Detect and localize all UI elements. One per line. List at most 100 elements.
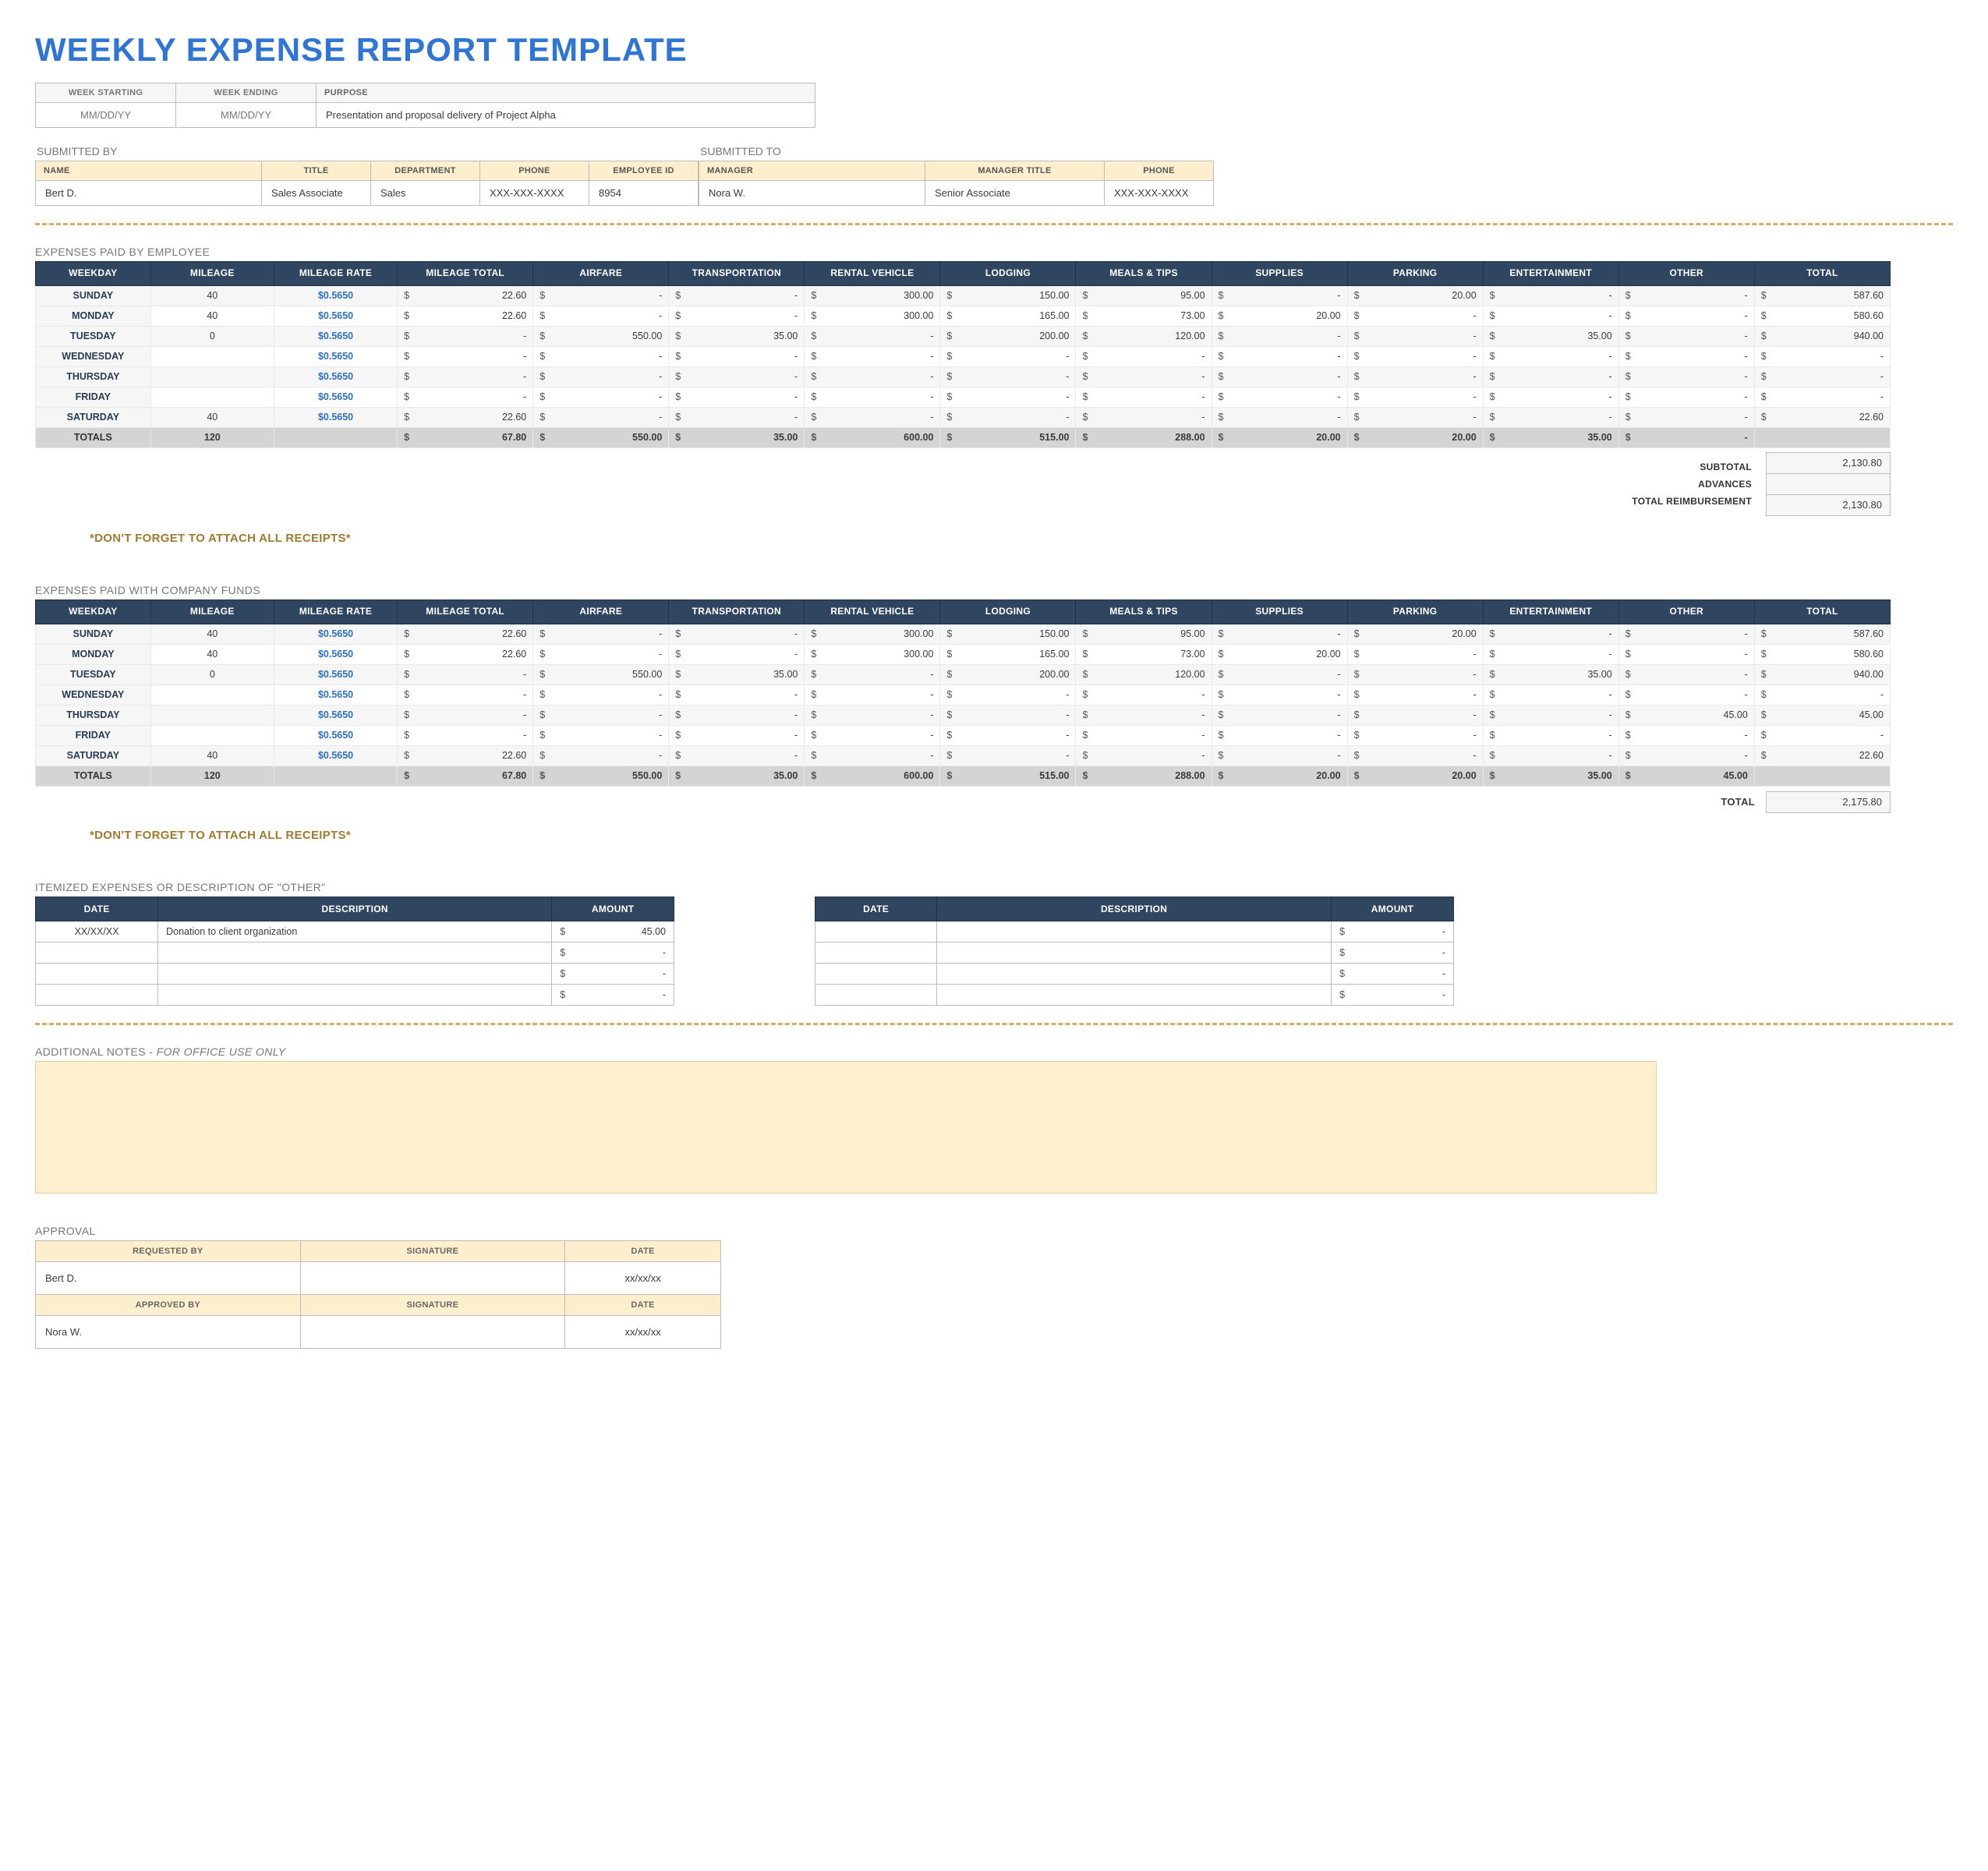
amount-cell[interactable]: $- bbox=[805, 705, 940, 725]
amount-cell[interactable]: $- bbox=[940, 387, 1076, 407]
dept-input[interactable]: Sales bbox=[371, 181, 480, 206]
amount-cell[interactable]: $- bbox=[398, 346, 533, 366]
amount-cell[interactable]: $20.00 bbox=[1347, 285, 1483, 306]
phone-input[interactable]: XXX-XXX-XXXX bbox=[480, 181, 589, 206]
date-cell[interactable] bbox=[815, 942, 937, 963]
amount-cell[interactable]: $- bbox=[669, 705, 805, 725]
amount-cell[interactable]: $- bbox=[1754, 366, 1890, 387]
amount-cell[interactable]: $120.00 bbox=[1076, 326, 1212, 346]
amount-cell[interactable]: $- bbox=[940, 745, 1076, 766]
amount-cell[interactable]: $- bbox=[533, 705, 669, 725]
amount-cell[interactable]: $- bbox=[1332, 942, 1454, 963]
amount-cell[interactable]: $- bbox=[1347, 387, 1483, 407]
amount-cell[interactable]: $- bbox=[805, 326, 940, 346]
amount-cell[interactable]: $- bbox=[1483, 346, 1618, 366]
amount-cell[interactable]: $- bbox=[1618, 366, 1754, 387]
amount-cell[interactable]: $- bbox=[1618, 387, 1754, 407]
mileage-cell[interactable]: 40 bbox=[150, 644, 274, 664]
amount-cell[interactable]: $- bbox=[1483, 745, 1618, 766]
manager-input[interactable]: Nora W. bbox=[699, 181, 925, 206]
amount-cell[interactable]: $- bbox=[669, 366, 805, 387]
amount-cell[interactable]: $- bbox=[805, 366, 940, 387]
mileage-cell[interactable]: 40 bbox=[150, 624, 274, 644]
amount-cell[interactable]: $- bbox=[805, 684, 940, 705]
amount-cell[interactable]: $- bbox=[1347, 346, 1483, 366]
amount-cell[interactable]: $- bbox=[1332, 963, 1454, 984]
amount-cell[interactable]: $- bbox=[1483, 366, 1618, 387]
desc-cell[interactable] bbox=[158, 963, 552, 984]
amount-cell[interactable]: $300.00 bbox=[805, 624, 940, 644]
amount-cell[interactable]: $- bbox=[805, 387, 940, 407]
amount-cell[interactable]: $22.60 bbox=[398, 407, 533, 427]
approved-name[interactable]: Nora W. bbox=[36, 1315, 301, 1348]
amount-cell[interactable]: $20.00 bbox=[1212, 306, 1347, 326]
amount-cell[interactable]: $- bbox=[1347, 725, 1483, 745]
week-start-input[interactable]: MM/DD/YY bbox=[36, 103, 176, 128]
amount-cell[interactable]: $- bbox=[1483, 624, 1618, 644]
amount-cell[interactable]: $22.60 bbox=[398, 306, 533, 326]
title-input[interactable]: Sales Associate bbox=[262, 181, 371, 206]
amount-cell[interactable]: $- bbox=[1347, 684, 1483, 705]
amount-cell[interactable]: $- bbox=[940, 366, 1076, 387]
amount-cell[interactable]: $- bbox=[1076, 346, 1212, 366]
amount-cell[interactable]: $- bbox=[552, 963, 674, 984]
amount-cell[interactable]: $- bbox=[1347, 306, 1483, 326]
amount-cell[interactable]: $150.00 bbox=[940, 285, 1076, 306]
amount-cell[interactable]: $- bbox=[533, 306, 669, 326]
amount-cell[interactable]: $940.00 bbox=[1754, 664, 1890, 684]
amount-cell[interactable]: $- bbox=[940, 705, 1076, 725]
amount-cell[interactable]: $150.00 bbox=[940, 624, 1076, 644]
desc-cell[interactable] bbox=[937, 963, 1332, 984]
amount-cell[interactable]: $550.00 bbox=[533, 326, 669, 346]
date-cell[interactable] bbox=[36, 963, 158, 984]
amount-cell[interactable]: $- bbox=[533, 387, 669, 407]
amount-cell[interactable]: $- bbox=[533, 725, 669, 745]
amount-cell[interactable]: $- bbox=[398, 705, 533, 725]
desc-cell[interactable] bbox=[158, 984, 552, 1005]
amount-cell[interactable]: $- bbox=[1618, 684, 1754, 705]
amount-cell[interactable]: $- bbox=[1212, 745, 1347, 766]
amount-cell[interactable]: $200.00 bbox=[940, 664, 1076, 684]
approved-date[interactable]: xx/xx/xx bbox=[565, 1315, 721, 1348]
amount-cell[interactable]: $- bbox=[1347, 705, 1483, 725]
amount-cell[interactable]: $- bbox=[1347, 366, 1483, 387]
amount-cell[interactable]: $- bbox=[1483, 684, 1618, 705]
amount-cell[interactable]: $- bbox=[1076, 366, 1212, 387]
amount-cell[interactable]: $- bbox=[1754, 387, 1890, 407]
amount-cell[interactable]: $- bbox=[1212, 725, 1347, 745]
amount-cell[interactable]: $- bbox=[1212, 366, 1347, 387]
amount-cell[interactable]: $- bbox=[1618, 644, 1754, 664]
amount-cell[interactable]: $- bbox=[1754, 346, 1890, 366]
amount-cell[interactable]: $- bbox=[940, 684, 1076, 705]
date-cell[interactable]: XX/XX/XX bbox=[36, 921, 158, 942]
amount-cell[interactable]: $- bbox=[1076, 684, 1212, 705]
amount-cell[interactable]: $- bbox=[533, 644, 669, 664]
amount-cell[interactable]: $- bbox=[1076, 705, 1212, 725]
amount-cell[interactable]: $35.00 bbox=[669, 326, 805, 346]
amount-cell[interactable]: $300.00 bbox=[805, 644, 940, 664]
amount-cell[interactable]: $- bbox=[1212, 664, 1347, 684]
amount-cell[interactable]: $- bbox=[552, 984, 674, 1005]
mileage-cell[interactable] bbox=[150, 346, 274, 366]
mileage-cell[interactable]: 40 bbox=[150, 745, 274, 766]
mileage-cell[interactable] bbox=[150, 725, 274, 745]
amount-cell[interactable]: $- bbox=[1483, 725, 1618, 745]
amount-cell[interactable]: $940.00 bbox=[1754, 326, 1890, 346]
amount-cell[interactable]: $- bbox=[669, 285, 805, 306]
desc-cell[interactable] bbox=[937, 942, 1332, 963]
amount-cell[interactable]: $- bbox=[669, 624, 805, 644]
desc-cell[interactable] bbox=[158, 942, 552, 963]
amount-cell[interactable]: $- bbox=[533, 745, 669, 766]
mileage-cell[interactable]: 0 bbox=[150, 664, 274, 684]
amount-cell[interactable]: $22.60 bbox=[398, 285, 533, 306]
mileage-cell[interactable] bbox=[150, 684, 274, 705]
amount-cell[interactable]: $- bbox=[669, 306, 805, 326]
amount-cell[interactable]: $- bbox=[1483, 387, 1618, 407]
amount-cell[interactable]: $95.00 bbox=[1076, 624, 1212, 644]
amount-cell[interactable]: $35.00 bbox=[669, 664, 805, 684]
desc-cell[interactable] bbox=[937, 984, 1332, 1005]
desc-cell[interactable]: Donation to client organization bbox=[158, 921, 552, 942]
amount-cell[interactable]: $- bbox=[1618, 407, 1754, 427]
amount-cell[interactable]: $300.00 bbox=[805, 306, 940, 326]
amount-cell[interactable]: $- bbox=[805, 725, 940, 745]
